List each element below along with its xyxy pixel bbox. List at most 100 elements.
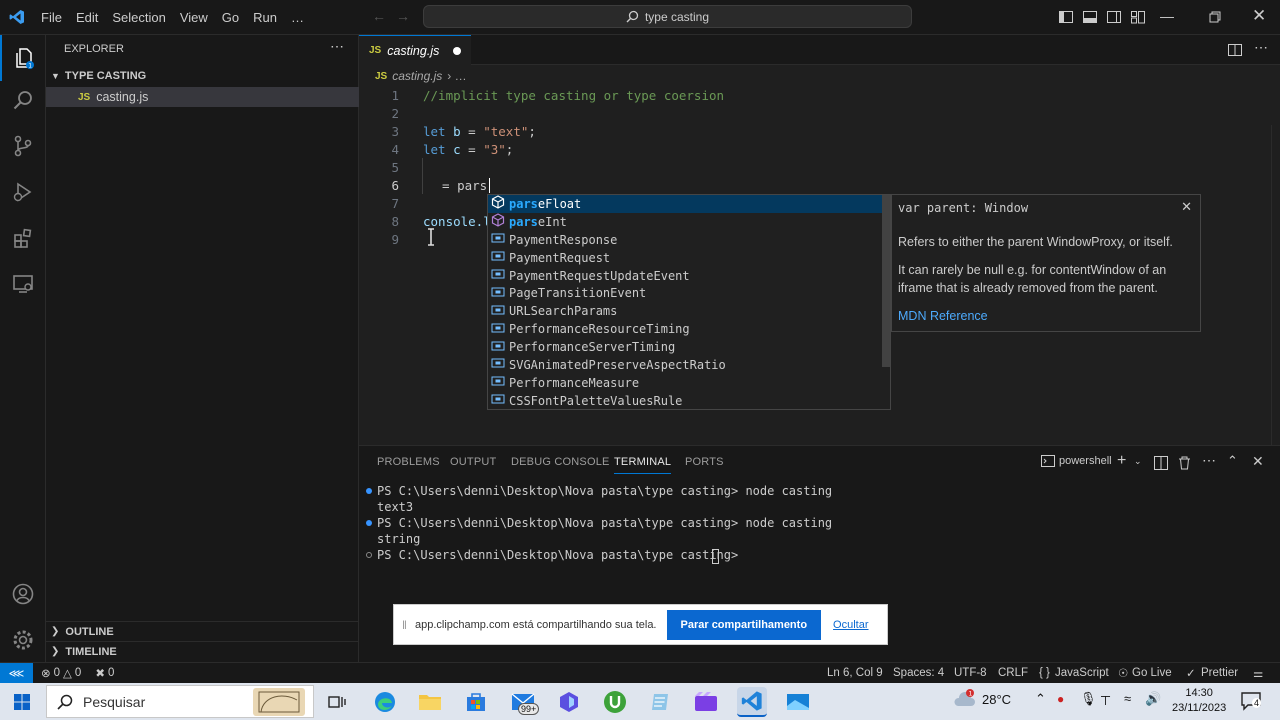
editor-scrollbar[interactable] <box>1271 125 1280 445</box>
terminal-output[interactable]: PS C:\Users\denni\Desktop\Nova pasta\typ… <box>359 484 1280 604</box>
suggestion-item[interactable]: SVGAnimatedPreserveAspectRatio <box>488 356 890 374</box>
close-details-icon[interactable]: ✕ <box>1181 199 1192 215</box>
language-indicator-icon[interactable]: ㄒ <box>1100 692 1111 708</box>
microsoft-store-icon[interactable] <box>461 687 491 717</box>
taskbar-search-box[interactable]: Pesquisar <box>46 685 314 718</box>
accounts-icon[interactable] <box>0 571 46 617</box>
toggle-secondary-sidebar-icon[interactable] <box>1106 9 1122 25</box>
menu-selection[interactable]: Selection <box>105 0 172 35</box>
drag-handle-icon[interactable]: ‖ <box>402 618 407 632</box>
explorer-icon[interactable]: 1 <box>0 35 46 81</box>
problems-status[interactable]: ⊗ 0 △ 0 <box>41 666 81 680</box>
more-actions-icon[interactable]: ⋯ <box>330 38 344 55</box>
wifi-icon[interactable]: ≈ <box>1124 691 1131 706</box>
mail-icon[interactable]: 99+ <box>508 687 540 717</box>
search-sidebar-icon[interactable] <box>0 77 46 123</box>
chevron-down-icon[interactable]: ⌄ <box>1134 456 1142 467</box>
chevron-up-icon[interactable]: ⌃ <box>1035 691 1046 707</box>
suggestion-item[interactable]: URLSearchParams <box>488 302 890 320</box>
breadcrumb-file[interactable]: casting.js <box>392 69 442 83</box>
menu-edit[interactable]: Edit <box>69 0 105 35</box>
remote-explorer-icon[interactable] <box>0 261 46 307</box>
close-panel-icon[interactable]: ✕ <box>1252 453 1264 470</box>
tab-problems[interactable]: PROBLEMS <box>377 456 440 468</box>
suggestion-item[interactable]: parseInt <box>488 213 890 231</box>
editor-more-icon[interactable]: ⋯ <box>1254 39 1268 56</box>
ports-status[interactable]: ✖ 0 <box>95 666 114 680</box>
go-live-button[interactable]: Go Live <box>1132 667 1172 679</box>
toggle-sidebar-icon[interactable] <box>1058 9 1074 25</box>
menu-go[interactable]: Go <box>215 0 246 35</box>
indentation[interactable]: Spaces: 4 <box>893 667 944 679</box>
encoding[interactable]: UTF-8 <box>954 667 987 679</box>
clock[interactable]: 14:30 23/11/2023 <box>1172 686 1226 716</box>
minimize-icon[interactable]: — <box>1160 8 1174 24</box>
menu-view[interactable]: View <box>173 0 215 35</box>
settings-gear-icon[interactable] <box>0 617 46 663</box>
maximize-panel-icon[interactable]: ⌃ <box>1227 453 1238 469</box>
timeline-section[interactable]: ❯ TIMELINE <box>46 641 359 661</box>
run-debug-icon[interactable] <box>0 169 46 215</box>
trash-icon[interactable] <box>1178 456 1191 470</box>
suggestion-item[interactable]: PerformanceResourceTiming <box>488 320 890 338</box>
suggestion-item[interactable]: PerformanceMeasure <box>488 374 890 392</box>
clipchamp-icon[interactable] <box>691 687 721 717</box>
new-terminal-icon[interactable]: + <box>1117 452 1126 470</box>
suggestion-item[interactable]: PageTransitionEvent <box>488 284 890 302</box>
panel-more-icon[interactable]: ⋯ <box>1202 452 1216 469</box>
task-view-icon[interactable] <box>322 687 352 717</box>
app-hexagon-icon[interactable] <box>554 687 584 717</box>
app-window-icon[interactable] <box>783 687 813 717</box>
hide-button[interactable]: Ocultar <box>833 619 868 631</box>
end-of-line[interactable]: CRLF <box>998 667 1028 679</box>
notification-center-icon[interactable]: 4 <box>1240 690 1262 715</box>
suggestion-item[interactable]: parseFloat <box>488 195 890 213</box>
notes-app-icon[interactable] <box>645 687 675 717</box>
utorrent-icon[interactable] <box>600 687 630 717</box>
file-explorer-icon[interactable] <box>415 687 445 717</box>
suggest-scrollbar[interactable] <box>882 195 890 367</box>
tab-debug-console[interactable]: DEBUG CONSOLE <box>511 456 610 468</box>
suggestion-item[interactable]: CSSFontPaletteValuesRule <box>488 392 890 410</box>
outline-section[interactable]: ❯ OUTLINE <box>46 621 359 641</box>
remote-indicator-icon[interactable]: ⋘ <box>0 662 33 684</box>
mdn-reference-link[interactable]: MDN Reference <box>898 309 1194 323</box>
notifications-bell-icon[interactable]: ⚌ <box>1253 666 1263 680</box>
split-terminal-icon[interactable] <box>1154 456 1168 470</box>
menu-file[interactable]: File <box>34 0 69 35</box>
folder-type-casting[interactable]: ▼ TYPE CASTING <box>46 66 359 86</box>
forward-arrow-icon[interactable]: → <box>396 8 410 24</box>
stop-sharing-button[interactable]: Parar compartilhamento <box>666 609 822 640</box>
command-center-search[interactable]: type casting <box>423 5 912 28</box>
network-error-icon[interactable]: ● <box>1057 692 1064 706</box>
close-window-icon[interactable]: ✕ <box>1252 6 1266 26</box>
menu-more[interactable]: … <box>284 0 311 35</box>
vscode-taskbar-icon[interactable] <box>737 687 767 717</box>
edge-browser-icon[interactable] <box>370 687 400 717</box>
split-editor-icon[interactable] <box>1227 42 1243 58</box>
extensions-icon[interactable] <box>0 215 46 261</box>
terminal-shell-selector[interactable]: powershell <box>1041 455 1112 467</box>
weather-widget[interactable]: 1 28°C <box>952 688 1011 710</box>
language-mode[interactable]: JavaScript <box>1055 667 1109 679</box>
customize-layout-icon[interactable] <box>1130 9 1146 25</box>
tab-output[interactable]: OUTPUT <box>450 456 496 468</box>
source-control-icon[interactable] <box>0 123 46 169</box>
suggestion-item[interactable]: PaymentRequestUpdateEvent <box>488 267 890 285</box>
restore-icon[interactable] <box>1207 9 1223 25</box>
menu-run[interactable]: Run <box>246 0 284 35</box>
unsaved-dot-icon[interactable] <box>453 46 461 55</box>
windows-start-icon[interactable] <box>7 687 37 717</box>
suggestion-item[interactable]: PerformanceServerTiming <box>488 338 890 356</box>
suggestion-item[interactable]: PaymentResponse <box>488 231 890 249</box>
file-casting-js[interactable]: JS casting.js <box>46 87 359 107</box>
suggestion-item[interactable]: PaymentRequest <box>488 249 890 267</box>
toggle-panel-icon[interactable] <box>1082 9 1098 25</box>
tab-terminal[interactable]: TERMINAL <box>614 456 672 474</box>
tab-casting-js[interactable]: JS casting.js <box>359 35 471 65</box>
prettier-button[interactable]: Prettier <box>1201 667 1238 679</box>
microphone-icon[interactable]: 🎙 <box>1080 691 1097 707</box>
cursor-position[interactable]: Ln 6, Col 9 <box>827 667 883 679</box>
volume-icon[interactable]: 🔊 <box>1145 691 1161 707</box>
back-arrow-icon[interactable]: ← <box>372 8 386 24</box>
